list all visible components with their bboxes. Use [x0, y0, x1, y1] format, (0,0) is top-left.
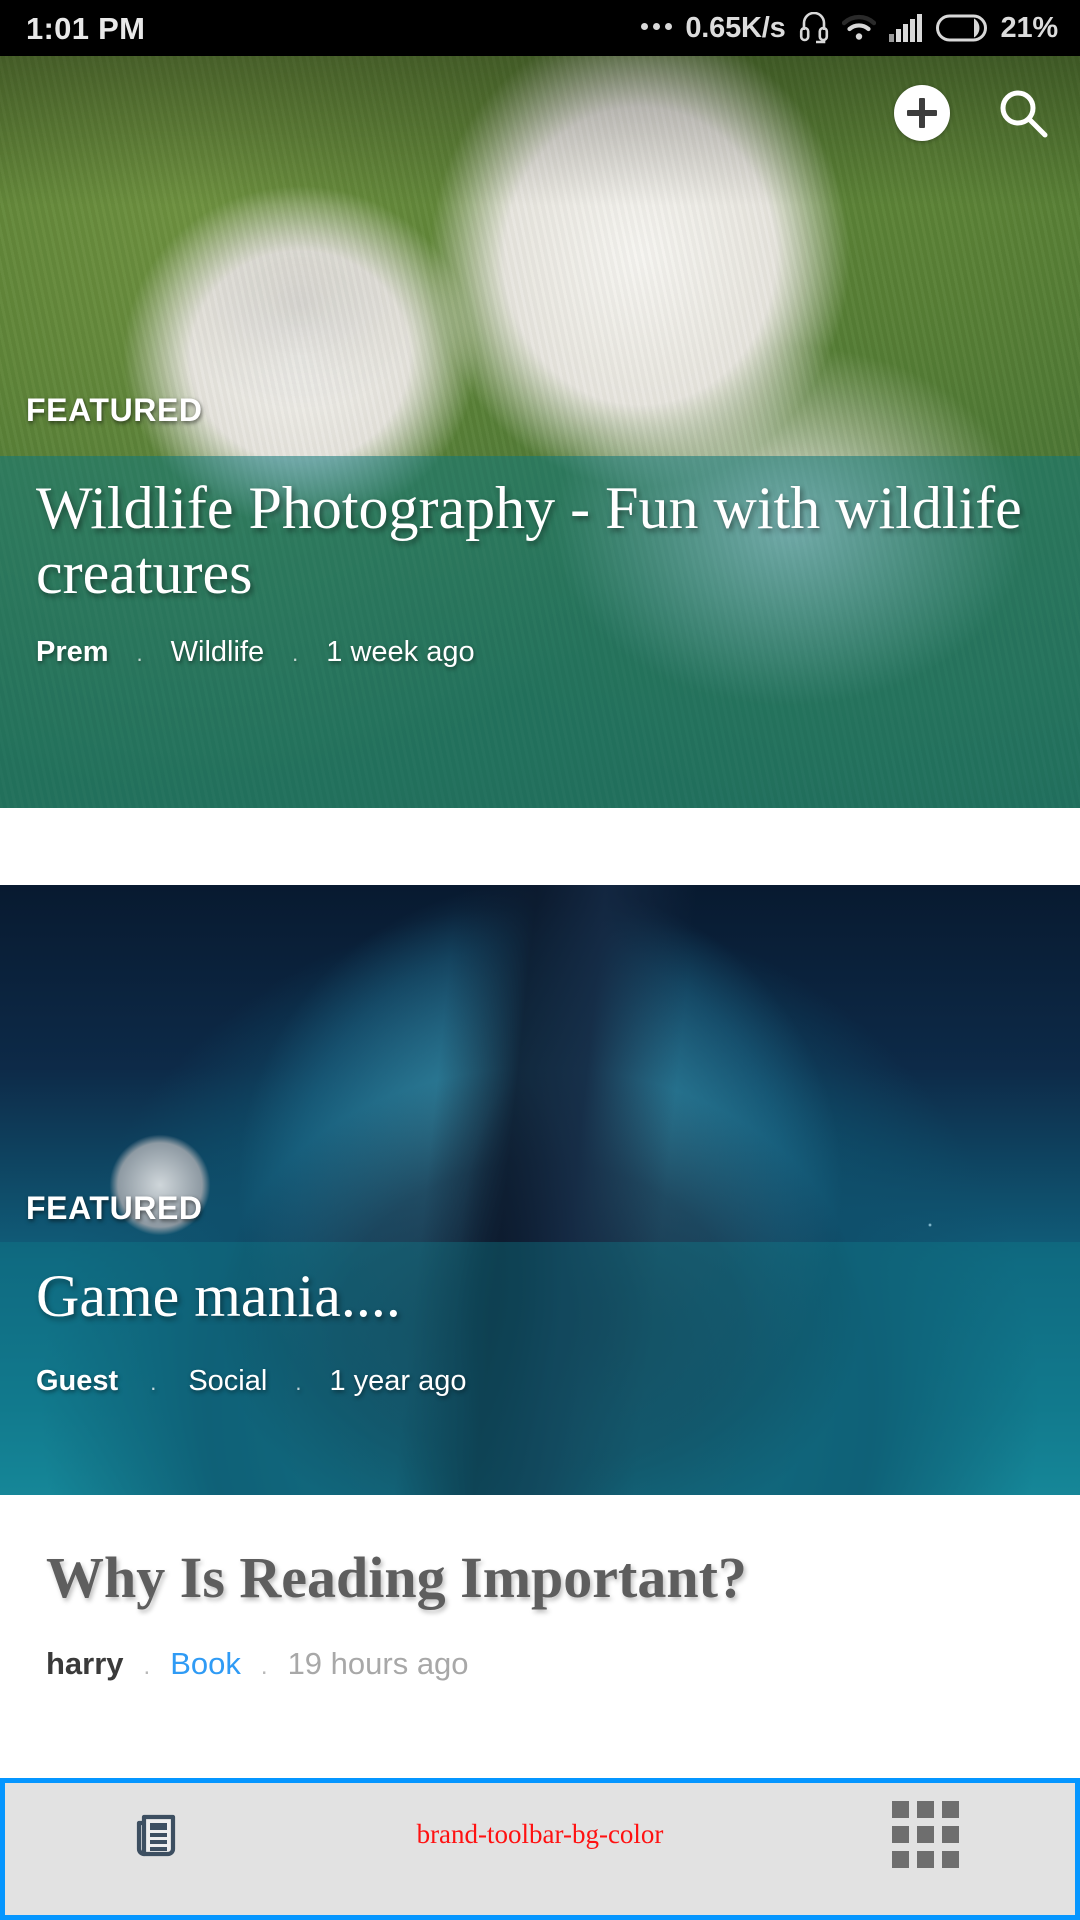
- grid-apps-icon: [891, 1801, 959, 1868]
- newspaper-icon: [127, 1807, 183, 1863]
- network-speed-label: 0.65K/s: [685, 11, 786, 44]
- card-title: Game mania....: [36, 1263, 401, 1329]
- article-feed[interactable]: FEATURED Wildlife Photography - Fun with…: [0, 56, 1080, 1778]
- search-icon[interactable]: [994, 84, 1052, 142]
- card-title: Wildlife Photography - Fun with wildlife…: [36, 475, 1022, 606]
- list-item-meta: harry . Book . 19 hours ago: [46, 1646, 1034, 1682]
- featured-card-game[interactable]: FEATURED Game mania.... Guest . Social .…: [0, 885, 1080, 1495]
- meta-separator: .: [295, 1369, 302, 1395]
- meta-separator: .: [136, 640, 143, 666]
- toolbar-apps-button[interactable]: [775, 1801, 1075, 1868]
- toolbar-news-button[interactable]: [5, 1807, 305, 1863]
- card-time: 1 year ago: [329, 1364, 467, 1397]
- status-bar: 1:01 PM 0.65K/s 21%: [0, 0, 1080, 56]
- card-time: 1 week ago: [326, 635, 475, 668]
- plus-icon[interactable]: [894, 85, 950, 141]
- list-item-category[interactable]: Book: [170, 1646, 241, 1682]
- bottom-toolbar[interactable]: brand-toolbar-bg-color: [0, 1778, 1080, 1920]
- list-item[interactable]: Why Is Reading Important? harry . Book .…: [0, 1546, 1080, 1682]
- toolbar-label-slot: brand-toolbar-bg-color: [305, 1819, 775, 1850]
- card-text-overlay: Game mania.... Guest . Social . 1 year a…: [0, 1242, 1080, 1495]
- featured-badge: FEATURED: [26, 1190, 203, 1226]
- status-clock: 1:01 PM: [26, 10, 146, 46]
- more-dots-icon: [641, 23, 673, 33]
- headset-icon: [799, 12, 829, 44]
- list-item-time: 19 hours ago: [287, 1645, 469, 1681]
- top-action-bar: [894, 84, 1052, 142]
- card-author[interactable]: Prem: [36, 636, 109, 669]
- list-item-title: Why Is Reading Important?: [46, 1545, 747, 1610]
- card-category[interactable]: Wildlife: [171, 636, 264, 669]
- meta-separator: .: [143, 1652, 151, 1680]
- card-meta: Guest . Social . 1 year ago: [36, 1365, 1044, 1398]
- meta-separator: .: [260, 1652, 268, 1680]
- card-text-overlay: Wildlife Photography - Fun with wildlife…: [0, 456, 1080, 808]
- battery-icon: [935, 14, 988, 42]
- featured-card-wildlife[interactable]: FEATURED Wildlife Photography - Fun with…: [0, 56, 1080, 808]
- cellular-signal-icon: [888, 14, 923, 42]
- toolbar-bg-color-label: brand-toolbar-bg-color: [416, 1819, 664, 1849]
- card-meta: Prem . Wildlife . 1 week ago: [36, 636, 1044, 669]
- card-category[interactable]: Social: [188, 1365, 267, 1398]
- featured-badge: FEATURED: [26, 392, 203, 428]
- battery-percent-label: 21%: [1000, 11, 1059, 44]
- status-icons-group: 0.65K/s 21%: [641, 12, 1058, 44]
- meta-separator: .: [150, 1369, 157, 1395]
- card-author[interactable]: Guest: [36, 1365, 118, 1398]
- list-item-author[interactable]: harry: [46, 1646, 124, 1682]
- meta-separator: .: [292, 640, 299, 666]
- wifi-icon: [841, 14, 876, 42]
